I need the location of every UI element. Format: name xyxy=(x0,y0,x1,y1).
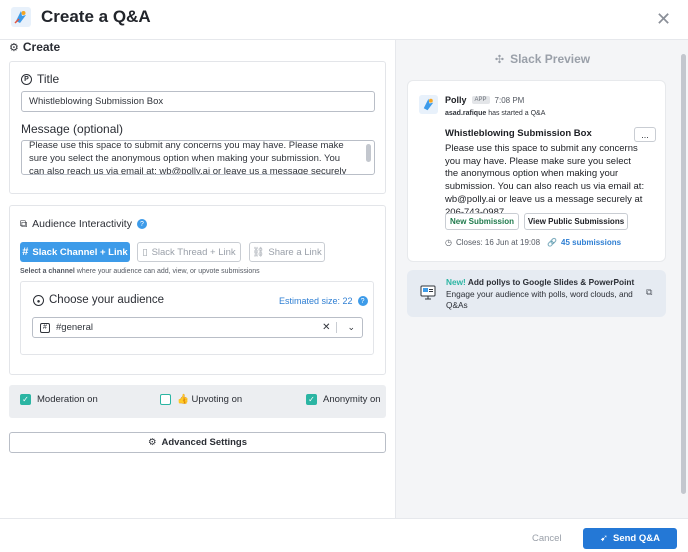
preview-body: Please use this space to submit any conc… xyxy=(445,143,645,218)
user-circle-icon: ● xyxy=(33,294,44,306)
clock-icon: ◷ xyxy=(445,238,452,247)
anonymity-checkbox[interactable]: ✓ xyxy=(306,394,317,405)
moderation-checkbox[interactable]: ✓ xyxy=(20,394,31,405)
cancel-button[interactable]: Cancel xyxy=(532,533,562,544)
message-sender: Polly APP 7:08 PM xyxy=(445,95,525,105)
polly-logo-icon xyxy=(11,7,31,27)
preview-title: ✣ Slack Preview xyxy=(494,52,591,66)
option-slack-thread-link[interactable]: ▯ Slack Thread + Link xyxy=(137,242,241,262)
slides-icon xyxy=(420,285,436,300)
upvoting-toggle[interactable]: 👍 Upvoting on xyxy=(160,394,242,405)
gear-icon: ⚙ xyxy=(9,41,19,54)
close-icon[interactable]: ✕ xyxy=(656,10,671,28)
audience-icon: ⧉ xyxy=(20,218,28,230)
title-icon: P xyxy=(21,73,32,85)
preview-heading: Whistleblowing Submission Box xyxy=(445,128,592,139)
modal-header: Create a Q&A ✕ xyxy=(0,0,688,40)
create-panel: ⚙ Create P Title Whistleblowing Submissi… xyxy=(0,40,395,518)
thread-icon: ▯ xyxy=(142,246,148,258)
message-textarea[interactable]: Please use this space to submit any conc… xyxy=(21,140,375,175)
promo-banner[interactable]: New! Add pollys to Google Slides & Power… xyxy=(407,270,666,317)
moderation-toggle[interactable]: ✓ Moderation on xyxy=(20,394,98,405)
modal-title: Create a Q&A xyxy=(41,7,151,26)
message-label: Message (optional) xyxy=(21,122,124,136)
starter-line: asad.rafique has started a Q&A xyxy=(445,110,546,117)
hashtag-icon: # xyxy=(22,246,29,258)
create-section-label: ⚙ Create xyxy=(9,40,61,54)
modal-footer: Cancel ➹ Send Q&A xyxy=(0,518,688,552)
audience-hint: Select a channel where your audience can… xyxy=(20,268,260,275)
clear-icon[interactable]: ✕ xyxy=(316,322,338,333)
audience-card: ⧉ Audience Interactivity ? # Slack Chann… xyxy=(9,205,386,375)
preview-scrollbar[interactable] xyxy=(681,54,686,494)
message-text: Please use this space to submit any conc… xyxy=(29,140,347,175)
send-qa-button[interactable]: ➹ Send Q&A xyxy=(583,528,677,549)
audience-section-label: ⧉ Audience Interactivity ? xyxy=(20,218,147,230)
external-link-icon[interactable]: ⧉ xyxy=(646,287,652,298)
promo-text: New! Add pollys to Google Slides & Power… xyxy=(446,277,635,310)
link-icon: 🔗 xyxy=(547,238,558,247)
preview-meta: ◷ Closes: 16 Jun at 19:08 🔗 45 submissio… xyxy=(445,238,622,247)
link-icon: ⛓ xyxy=(252,246,265,258)
slack-message-card: Polly APP 7:08 PM asad.rafique has start… xyxy=(407,80,666,262)
more-options-button[interactable]: ... xyxy=(634,127,656,142)
message-scrollbar[interactable] xyxy=(366,144,371,162)
title-message-card: P Title Whistleblowing Submission Box Me… xyxy=(9,61,386,194)
toggle-bar: ✓ Moderation on 👍 Upvoting on ✓ Anonymit… xyxy=(9,385,386,418)
title-input[interactable]: Whistleblowing Submission Box xyxy=(21,91,375,112)
help-icon[interactable]: ? xyxy=(136,219,147,229)
anonymity-toggle[interactable]: ✓ Anonymity on xyxy=(306,394,381,405)
upvoting-checkbox[interactable] xyxy=(160,394,171,405)
gear-icon: ⚙ xyxy=(147,437,157,448)
option-slack-channel-link[interactable]: # Slack Channel + Link xyxy=(20,242,130,262)
channel-select[interactable]: # #general ✕ ⌄ xyxy=(32,317,363,338)
advanced-settings-button[interactable]: ⚙ Advanced Settings xyxy=(9,432,386,453)
new-submission-button[interactable]: New Submission xyxy=(445,213,519,230)
option-share-link[interactable]: ⛓ Share a Link xyxy=(249,242,325,262)
choose-audience-card: ● Choose your audience Estimated size: 2… xyxy=(20,281,374,355)
choose-audience-label: ● Choose your audience xyxy=(33,294,164,306)
polly-avatar xyxy=(419,95,438,114)
title-label: P Title xyxy=(21,72,59,86)
send-icon: ➹ xyxy=(600,533,608,544)
chevron-down-icon[interactable]: ⌄ xyxy=(343,322,355,333)
slack-preview-panel: ✣ Slack Preview Polly APP 7:08 PM asad.r… xyxy=(395,40,688,518)
estimated-size: Estimated size: 22 ? xyxy=(279,296,368,306)
channel-hash-icon: # xyxy=(40,322,50,333)
view-public-submissions-button[interactable]: View Public Submissions xyxy=(524,213,628,230)
submissions-link[interactable]: 45 submissions xyxy=(561,238,621,247)
slack-icon: ✣ xyxy=(494,53,505,66)
help-icon[interactable]: ? xyxy=(357,296,368,306)
